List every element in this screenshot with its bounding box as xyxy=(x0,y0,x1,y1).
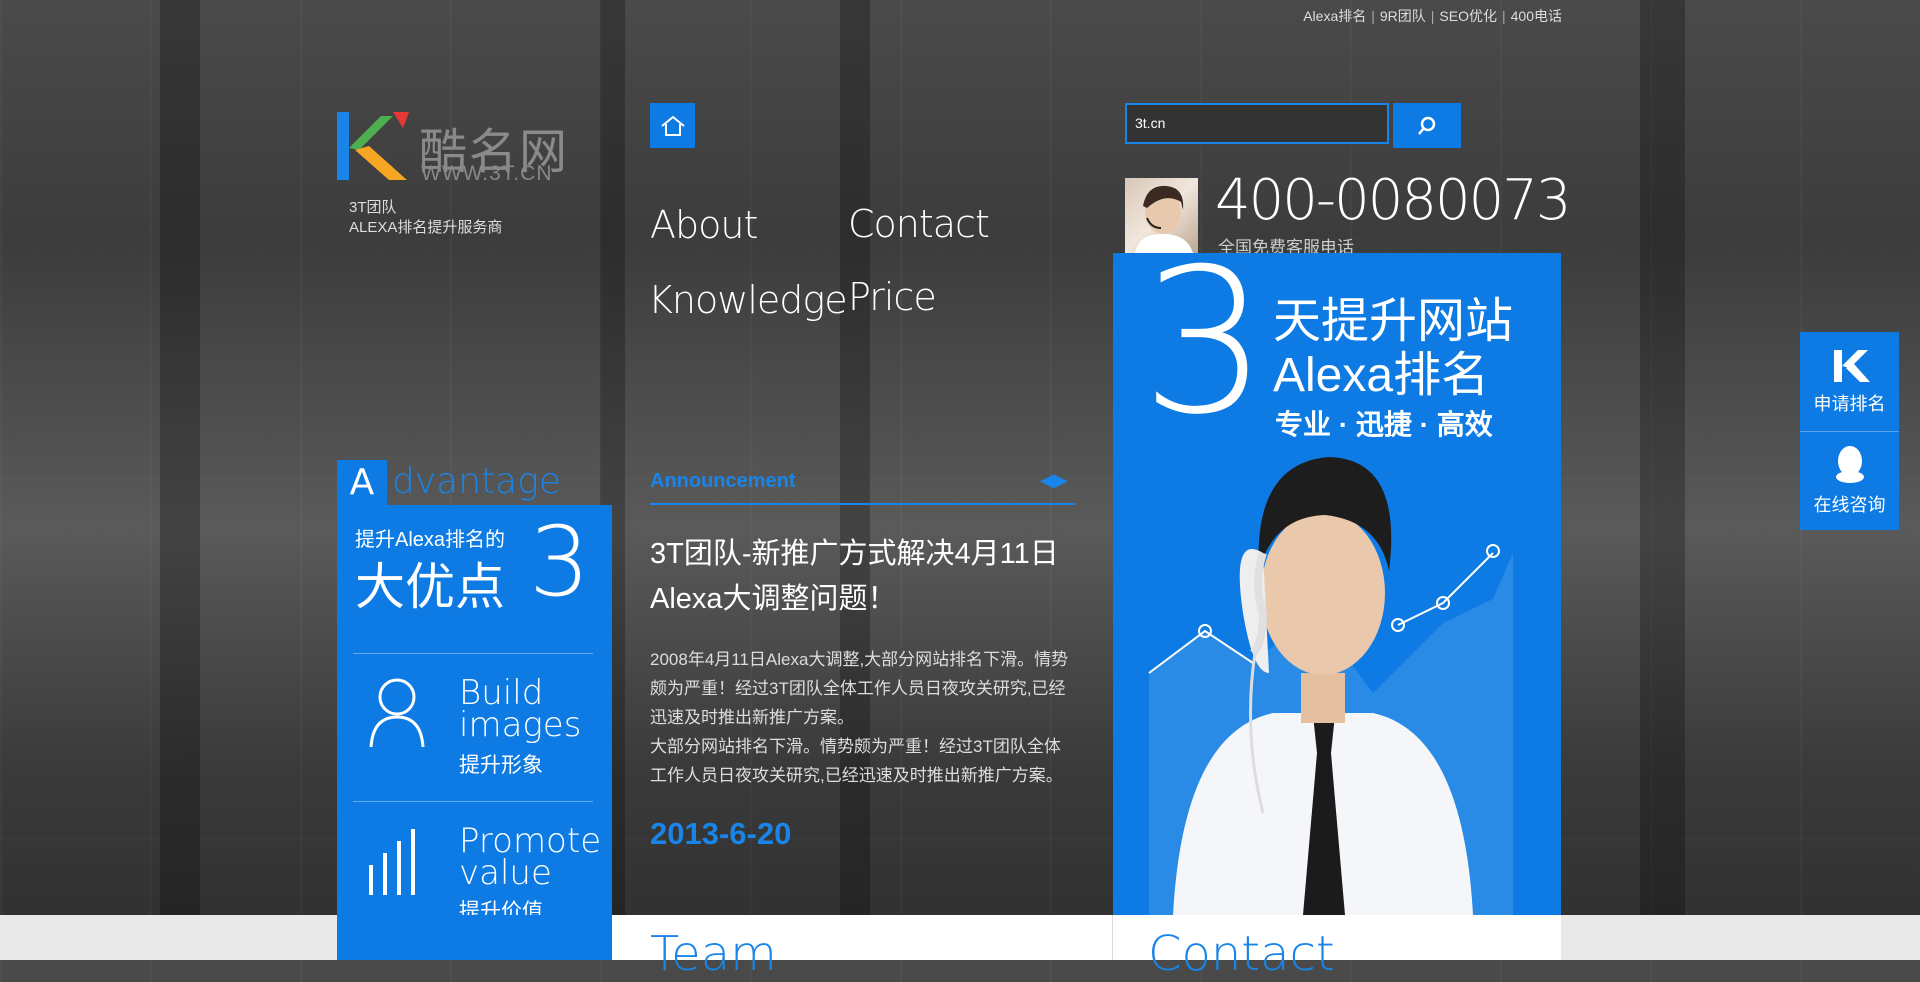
top-link-seo[interactable]: SEO优化 xyxy=(1439,8,1497,24)
bg-column xyxy=(160,0,200,915)
announcement-divider xyxy=(650,503,1075,505)
logo-tagline: 3T团队 ALEXA排名提升服务商 xyxy=(349,198,502,238)
advantage-tab-letter: A xyxy=(337,460,387,505)
side-float-apply[interactable]: 申请排名 xyxy=(1800,332,1899,431)
k-logo-icon xyxy=(337,110,409,182)
home-button[interactable] xyxy=(650,103,695,148)
top-links: Alexa排名 | 9R团队 | SEO优化 | 400电话 xyxy=(1303,6,1562,26)
search-button[interactable] xyxy=(1393,103,1461,148)
nav-contact[interactable]: Contact xyxy=(848,202,990,246)
bg-column xyxy=(1640,0,1685,915)
side-float-consult[interactable]: 在线咨询 xyxy=(1800,431,1899,530)
side-float-apply-label: 申请排名 xyxy=(1813,394,1886,414)
top-link-400[interactable]: 400电话 xyxy=(1511,8,1562,24)
advantage-big-title: 大优点 xyxy=(355,559,505,615)
announcement-body-para1: 2008年4月11日Alexa大调整,大部分网站排名下滑。情势颇为严重！经过3T… xyxy=(650,650,1069,727)
announcement-body: 2008年4月11日Alexa大调整,大部分网站排名下滑。情势颇为严重！经过3T… xyxy=(650,645,1075,790)
advantage-panel: 提升Alexa排名的 大优点 3 Build images 提升形象 Promo… xyxy=(337,505,612,960)
site-logo[interactable]: 酷名网 WWW.3T.CN 3T团队 ALEXA排名提升服务商 xyxy=(337,110,567,236)
nav-price[interactable]: Price xyxy=(848,275,937,319)
announcement-date: 2013-6-20 xyxy=(650,816,792,851)
advantage-panel-continuation xyxy=(337,915,612,960)
section-team-title: Team xyxy=(650,926,777,982)
announcement-headline[interactable]: 3T团队-新推广方式解决4月11日Alexa大调整问题！ xyxy=(650,532,1070,622)
nav-knowledge[interactable]: Knowledge xyxy=(648,278,848,322)
nav-about[interactable]: About xyxy=(650,203,758,247)
k-logo-icon xyxy=(1834,350,1870,382)
bars-icon xyxy=(369,829,415,895)
top-link-alexa[interactable]: Alexa排名 xyxy=(1303,8,1366,24)
separator: | xyxy=(1502,8,1506,24)
divider xyxy=(353,653,593,654)
advantage-item-en-line2: images xyxy=(459,705,582,745)
separator: | xyxy=(1430,8,1435,24)
top-link-9r[interactable]: 9R团队 xyxy=(1380,8,1426,24)
tagline-line2: ALEXA排名提升服务商 xyxy=(349,219,503,236)
section-contact-title: Contact xyxy=(1148,926,1335,982)
advantage-item-en-line2: value xyxy=(459,853,552,893)
advantage-item-cn: 提升形象 xyxy=(459,754,543,777)
separator: | xyxy=(1371,8,1375,24)
qq-icon xyxy=(1836,446,1864,483)
tagline-line1: 3T团队 xyxy=(349,199,397,216)
next-arrow-icon[interactable]: ▶ xyxy=(1054,470,1068,490)
divider xyxy=(1112,915,1113,960)
announcement-pager: ◀▶ xyxy=(1040,470,1068,491)
search-icon xyxy=(1418,116,1436,135)
banner-illustration xyxy=(1148,457,1513,915)
advantage-count: 3 xyxy=(529,506,591,618)
advantage-tab-title: dvantage xyxy=(392,461,561,502)
logo-url: WWW.3T.CN xyxy=(421,162,553,185)
home-icon xyxy=(660,115,685,136)
support-avatar xyxy=(1125,178,1198,253)
prev-arrow-icon[interactable]: ◀ xyxy=(1040,470,1054,490)
side-float-consult-label: 在线咨询 xyxy=(1813,495,1886,515)
promo-banner[interactable]: 3 天提升网站 Alexa排名 专业 · 迅捷 · 高效 xyxy=(1113,253,1561,915)
announcement-title: Announcement xyxy=(650,470,796,492)
search-input[interactable]: 3t.cn xyxy=(1125,103,1389,144)
hotline-number: 400-0080073 xyxy=(1215,168,1571,233)
announcement-body-para2: 大部分网站排名下滑。情势颇为严重！经过3T团队全体工作人员日夜攻关研究,已经迅速… xyxy=(650,737,1063,785)
person-icon xyxy=(369,678,425,747)
divider xyxy=(353,801,593,802)
side-float-panel: 申请排名 在线咨询 xyxy=(1800,332,1899,530)
